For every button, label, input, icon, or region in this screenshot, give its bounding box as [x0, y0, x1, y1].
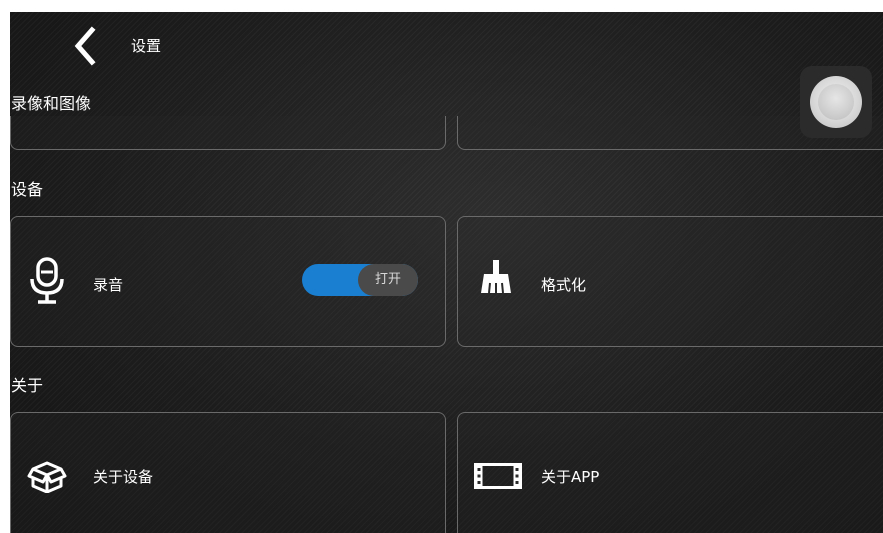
recording-toggle[interactable]: 打开	[302, 264, 418, 296]
record-button-center	[818, 84, 854, 120]
format-card[interactable]: 格式化	[457, 216, 883, 347]
about-app-label: 关于APP	[541, 468, 600, 486]
film-icon	[474, 463, 522, 489]
chevron-left-icon	[74, 26, 96, 66]
section-title-about: 关于	[11, 376, 44, 395]
microphone-icon	[30, 257, 64, 304]
video-card-left[interactable]	[10, 116, 446, 150]
settings-screen: 设置 录像和图像 设备 录音 打开 格式化 关于 关于设备 关于APP	[10, 12, 883, 533]
back-button[interactable]	[68, 26, 100, 66]
about-device-label: 关于设备	[93, 468, 154, 486]
record-button[interactable]	[800, 66, 872, 138]
recording-label: 录音	[93, 276, 124, 294]
page-title: 设置	[131, 37, 162, 55]
broom-icon	[481, 260, 511, 294]
toggle-state-label: 打开	[358, 264, 418, 296]
box-icon	[27, 461, 67, 493]
about-device-card[interactable]: 关于设备	[10, 412, 446, 533]
section-title-video: 录像和图像	[11, 94, 92, 113]
about-app-card[interactable]: 关于APP	[457, 412, 883, 533]
section-title-device: 设备	[11, 180, 44, 199]
format-label: 格式化	[541, 276, 587, 294]
